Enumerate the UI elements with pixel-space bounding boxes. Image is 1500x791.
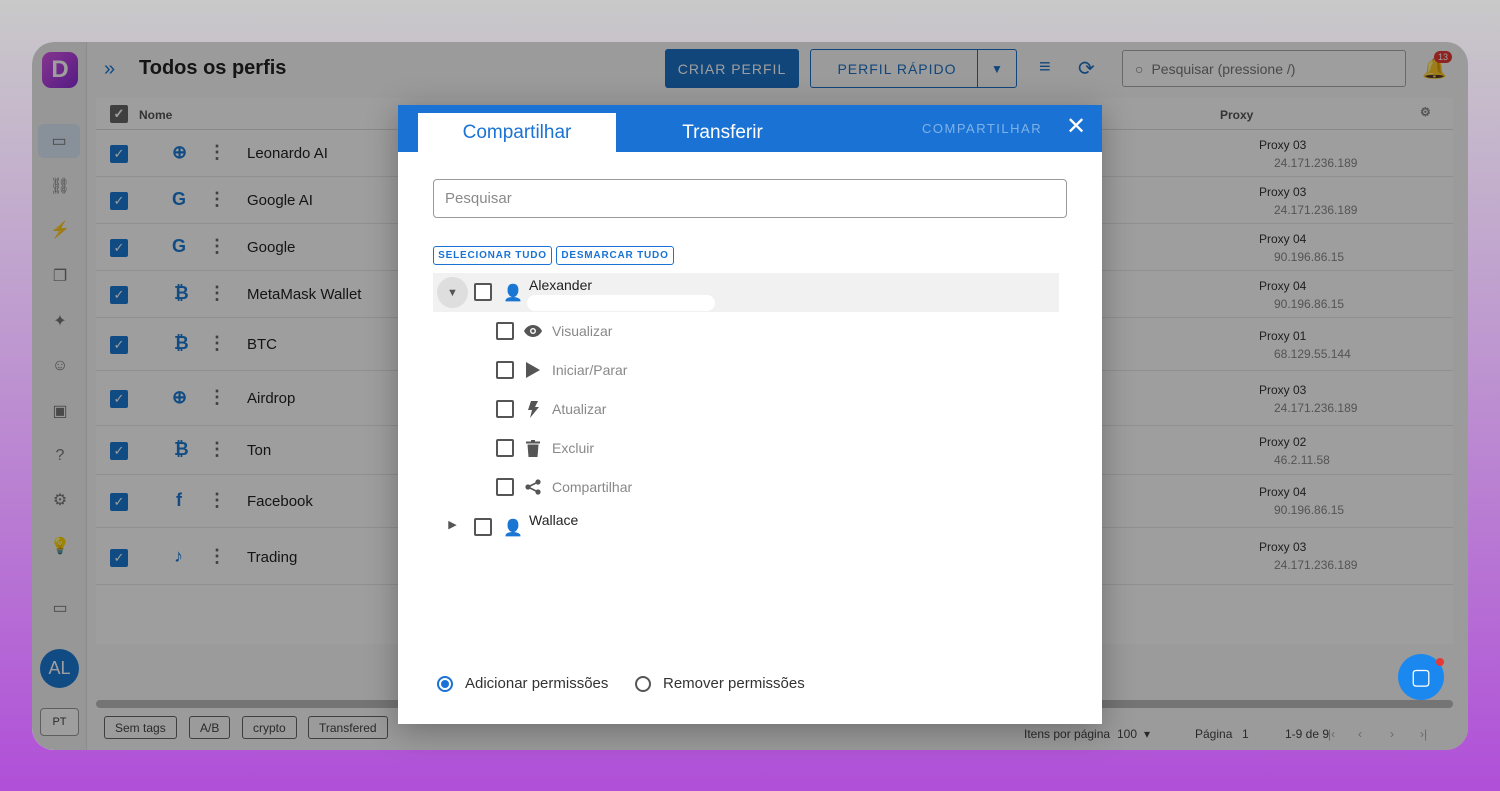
permission-view[interactable]: Visualizar xyxy=(496,320,796,342)
share-dialog: Compartilhar Transferir COMPARTILHAR ✕ P… xyxy=(398,105,1102,724)
select-all-button[interactable]: SELECIONAR TUDO xyxy=(433,246,552,265)
play-icon xyxy=(524,359,542,381)
permission-checkbox[interactable] xyxy=(496,439,514,457)
remove-permissions-label[interactable]: Remover permissões xyxy=(663,675,805,692)
user-email-redacted xyxy=(527,295,715,311)
permission-checkbox[interactable] xyxy=(496,322,514,340)
person-icon: 👤 xyxy=(503,520,523,537)
permission-label: Atualizar xyxy=(552,401,607,417)
share-icon xyxy=(524,476,542,498)
deselect-all-button[interactable]: DESMARCAR TUDO xyxy=(556,246,674,265)
user-checkbox[interactable] xyxy=(474,518,492,536)
add-permissions-radio[interactable] xyxy=(437,676,453,692)
permission-update[interactable]: Atualizar xyxy=(496,398,796,420)
close-icon[interactable]: ✕ xyxy=(1066,115,1086,139)
person-icon: 👤 xyxy=(503,285,523,302)
permission-start-stop[interactable]: Iniciar/Parar xyxy=(496,359,796,381)
share-submit-button[interactable]: COMPARTILHAR xyxy=(922,121,1042,136)
permission-delete[interactable]: Excluir xyxy=(496,437,796,459)
bolt-icon xyxy=(524,398,542,420)
permission-checkbox[interactable] xyxy=(496,400,514,418)
permission-share[interactable]: Compartilhar xyxy=(496,476,796,498)
permission-label: Excluir xyxy=(552,440,595,456)
chevron-right-icon[interactable]: ▶ xyxy=(437,509,468,540)
dialog-header: Compartilhar Transferir COMPARTILHAR ✕ xyxy=(398,105,1102,152)
permission-checkbox[interactable] xyxy=(496,361,514,379)
user-row-wallace[interactable]: ▶ 👤 Wallace xyxy=(433,507,1059,543)
permission-label: Visualizar xyxy=(552,323,613,339)
tab-share[interactable]: Compartilhar xyxy=(418,113,616,152)
user-row-alexander[interactable]: ▼ 👤 Alexander xyxy=(433,273,1059,312)
tab-transfer[interactable]: Transferir xyxy=(620,113,825,152)
add-permissions-label[interactable]: Adicionar permissões xyxy=(465,675,608,692)
search-input[interactable]: Pesquisar xyxy=(433,179,1067,218)
eye-icon xyxy=(524,320,542,342)
chat-notification-dot xyxy=(1436,658,1444,666)
user-name: Alexander xyxy=(529,277,593,293)
permission-label: Iniciar/Parar xyxy=(552,362,628,378)
permission-checkbox[interactable] xyxy=(496,478,514,496)
trash-icon xyxy=(524,437,542,459)
remove-permissions-radio[interactable] xyxy=(635,676,651,692)
permission-label: Compartilhar xyxy=(552,479,633,495)
user-name: Wallace xyxy=(529,512,579,528)
chevron-down-icon[interactable]: ▼ xyxy=(437,277,468,308)
user-checkbox[interactable] xyxy=(474,283,492,301)
